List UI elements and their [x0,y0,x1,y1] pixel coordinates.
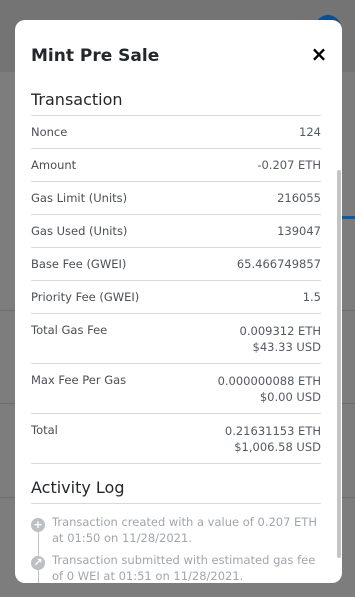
transaction-details-modal: Mint Pre Sale × Transaction Nonce 124 Am… [15,20,342,583]
detail-label: Nonce [31,125,68,139]
detail-value: 0.009312 ETH $43.33 USD [240,323,321,355]
detail-label: Gas Used (Units) [31,224,128,238]
detail-row-total-gas-fee: Total Gas Fee 0.009312 ETH $43.33 USD [31,314,321,364]
detail-row-nonce: Nonce 124 [31,116,321,149]
detail-row-amount: Amount -0.207 ETH [31,149,321,182]
detail-value: 1.5 [302,290,321,304]
detail-value-usd: $43.33 USD [252,340,321,354]
detail-value-eth: 0.000000088 ETH [217,374,321,388]
modal-title: Mint Pre Sale [31,46,160,66]
close-button[interactable]: × [310,42,328,66]
detail-row-max-fee-per-gas: Max Fee Per Gas 0.000000088 ETH $0.00 US… [31,364,321,414]
detail-value-eth: 0.009312 ETH [239,324,321,338]
close-icon: × [310,42,328,66]
detail-label: Max Fee Per Gas [31,373,127,387]
detail-value: 216055 [277,191,321,205]
detail-value-usd: $1,006.58 USD [234,440,321,454]
detail-row-gas-limit: Gas Limit (Units) 216055 [31,182,321,215]
detail-label: Total [31,423,58,437]
activity-log-title: Activity Log [31,468,321,504]
activity-log-text: Transaction created with a value of 0.20… [52,515,317,545]
detail-label: Base Fee (GWEI) [31,257,127,271]
modal-scrollbar[interactable] [337,170,341,558]
detail-value: 65.466749857 [236,257,321,271]
detail-value-usd: $0.00 USD [259,390,321,404]
detail-value: 0.000000088 ETH $0.00 USD [218,373,321,405]
detail-row-priority-fee: Priority Fee (GWEI) 1.5 [31,281,321,314]
detail-value: 0.21631153 ETH $1,006.58 USD [225,423,321,455]
detail-row-base-fee: Base Fee (GWEI) 65.466749857 [31,248,321,281]
arrow-up-right-icon: ↗ [31,556,45,570]
modal-content: Transaction Nonce 124 Amount -0.207 ETH … [31,86,321,583]
activity-log-text: Transaction submitted with estimated gas… [52,553,316,583]
activity-log-item: + Transaction created with a value of 0.… [31,514,321,546]
detail-row-total: Total 0.21631153 ETH $1,006.58 USD [31,414,321,464]
modal-header: Mint Pre Sale × [15,20,342,92]
detail-label: Total Gas Fee [31,323,108,337]
activity-log-item: ↗ Transaction submitted with estimated g… [31,552,321,583]
detail-value: -0.207 ETH [257,158,321,172]
detail-value: 139047 [277,224,321,238]
transaction-section-title: Transaction [31,86,321,116]
plus-icon: + [31,518,45,532]
detail-value-eth: 0.21631153 ETH [224,424,321,438]
detail-label: Priority Fee (GWEI) [31,290,140,304]
detail-value: 124 [299,125,321,139]
detail-row-gas-used: Gas Used (Units) 139047 [31,215,321,248]
background-tab-indicator [341,216,355,219]
detail-label: Gas Limit (Units) [31,191,128,205]
detail-label: Amount [31,158,77,172]
activity-log: + Transaction created with a value of 0.… [31,504,321,583]
